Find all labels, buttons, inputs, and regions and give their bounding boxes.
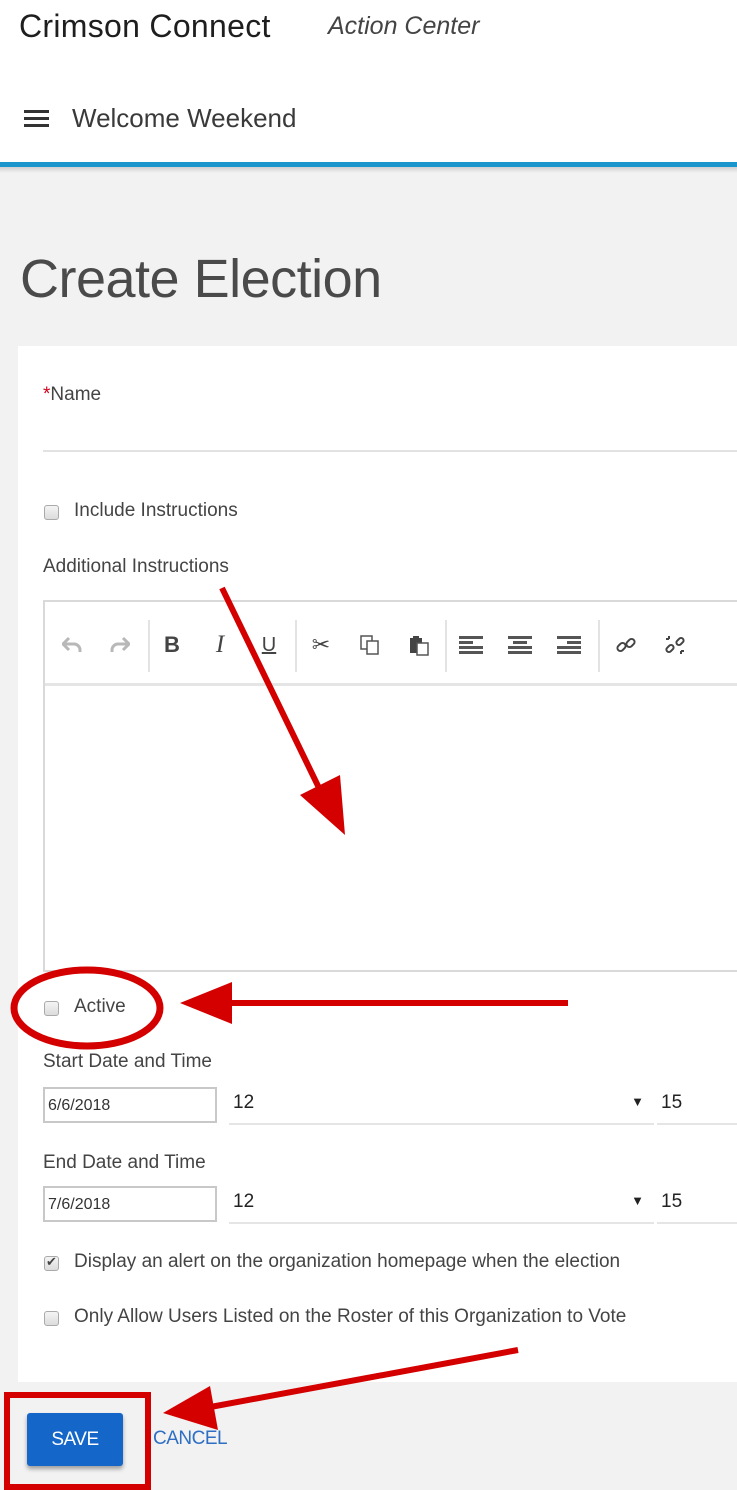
redo-icon[interactable] xyxy=(105,630,135,660)
end-date-label: End Date and Time xyxy=(43,1152,206,1173)
active-checkbox[interactable] xyxy=(44,1001,59,1016)
start-hour-value: 12 xyxy=(233,1092,255,1113)
toolbar-separator xyxy=(148,620,150,672)
display-alert-checkbox[interactable] xyxy=(44,1254,59,1271)
align-left-icon[interactable] xyxy=(456,630,486,660)
end-minute-select[interactable]: 15 xyxy=(657,1186,737,1224)
display-alert-label[interactable]: Display an alert on the organization hom… xyxy=(74,1251,620,1273)
chevron-down-icon: ▼ xyxy=(631,1094,644,1109)
end-minute-value: 15 xyxy=(661,1191,683,1212)
active-label[interactable]: Active xyxy=(74,996,126,1018)
align-right-icon[interactable] xyxy=(554,630,584,660)
additional-instructions-label: Additional Instructions xyxy=(43,556,229,577)
name-label: *Name xyxy=(43,384,101,406)
roster-only-checkbox[interactable] xyxy=(44,1311,59,1326)
name-label-text: Name xyxy=(50,384,102,405)
bold-icon[interactable]: B xyxy=(157,630,187,660)
toolbar-separator xyxy=(598,620,600,672)
name-input[interactable] xyxy=(43,414,737,452)
start-hour-select[interactable]: 12 ▼ xyxy=(229,1087,654,1125)
app-title[interactable]: Crimson Connect xyxy=(19,8,271,45)
instructions-editor-body[interactable] xyxy=(45,689,737,970)
end-date-input[interactable]: 7/6/2018 xyxy=(43,1186,217,1222)
copy-icon[interactable] xyxy=(355,630,385,660)
include-instructions-label[interactable]: Include Instructions xyxy=(74,500,238,522)
organization-name: Welcome Weekend xyxy=(72,103,297,133)
include-instructions-checkbox[interactable] xyxy=(44,505,59,520)
start-minute-select[interactable]: 15 xyxy=(657,1087,737,1125)
italic-icon[interactable]: I xyxy=(205,630,235,660)
hamburger-menu-icon[interactable] xyxy=(24,110,49,130)
end-hour-select[interactable]: 12 ▼ xyxy=(229,1186,654,1224)
link-icon[interactable] xyxy=(611,630,641,660)
underline-icon[interactable]: U xyxy=(254,630,284,660)
paste-icon[interactable] xyxy=(404,630,434,660)
cancel-link[interactable]: CANCEL xyxy=(153,1428,228,1450)
start-minute-value: 15 xyxy=(661,1092,683,1113)
align-center-icon[interactable] xyxy=(505,630,535,660)
toolbar-separator xyxy=(295,620,297,672)
top-header: Crimson Connect Action Center Welcome We… xyxy=(0,0,737,164)
app-subtitle: Action Center xyxy=(328,12,480,40)
start-date-label: Start Date and Time xyxy=(43,1051,212,1072)
save-button[interactable]: SAVE xyxy=(27,1413,123,1466)
start-date-input[interactable]: 6/6/2018 xyxy=(43,1087,217,1123)
chevron-down-icon: ▼ xyxy=(631,1193,644,1208)
page-title: Create Election xyxy=(20,249,382,309)
scissors-icon[interactable]: ✂ xyxy=(306,630,336,660)
header-shadow xyxy=(0,167,737,173)
undo-icon[interactable] xyxy=(57,630,87,660)
toolbar-separator xyxy=(445,620,447,672)
instructions-editor: B I U ✂ xyxy=(43,600,737,972)
unlink-icon[interactable] xyxy=(660,630,690,660)
roster-only-label[interactable]: Only Allow Users Listed on the Roster of… xyxy=(74,1306,626,1328)
editor-toolbar: B I U ✂ xyxy=(45,602,737,686)
end-hour-value: 12 xyxy=(233,1191,255,1212)
